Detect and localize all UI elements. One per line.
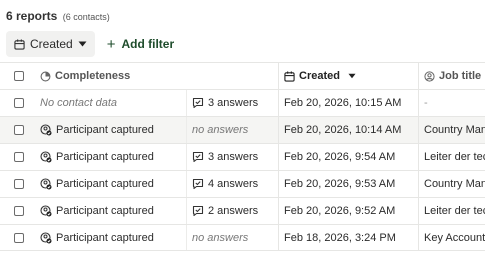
table-row[interactable]: No contact data 3 answers Feb 20, 2026, … (0, 89, 485, 116)
created-value: Feb 20, 2026, 10:14 AM (284, 124, 402, 136)
participant-check-icon (40, 151, 52, 163)
add-filter-button[interactable]: + Add filter (101, 31, 180, 57)
table-row[interactable]: Participant captured no answers Feb 20, … (0, 116, 485, 143)
answers-value: 3 answers (208, 97, 259, 109)
job-title-column-header[interactable]: Job title (424, 63, 485, 89)
job-title-value: Leiter der tec (424, 205, 485, 217)
report-count: 6 reports (6, 9, 58, 23)
completeness-column-header[interactable]: Completeness (40, 63, 188, 89)
row-checkbox[interactable] (14, 232, 24, 243)
created-sort-label: Created (30, 37, 73, 51)
table-row[interactable]: Participant captured 4 answers Feb 20, 2… (0, 170, 485, 197)
completeness-header-label: Completeness (55, 70, 131, 82)
job-title-value: Key Account (424, 231, 485, 244)
chat-check-icon (192, 97, 204, 109)
completeness-value: Participant captured (56, 124, 154, 136)
select-all-checkbox[interactable] (14, 71, 24, 81)
chat-check-icon (192, 205, 204, 217)
calendar-icon (14, 38, 25, 50)
completeness-value: Participant captured (56, 151, 154, 163)
user-icon (424, 70, 435, 82)
table-header-row: Completeness Created Job title (0, 62, 485, 89)
created-column-header[interactable]: Created (284, 63, 418, 89)
created-value: Feb 18, 2026, 3:24 PM (284, 231, 396, 244)
report-count-header: 6 reports (6 contacts) (6, 9, 110, 25)
job-title-value: Country Mana (424, 178, 485, 190)
calendar-icon (284, 70, 295, 82)
created-header-label: Created (299, 70, 340, 82)
add-filter-label: Add filter (121, 37, 175, 51)
table-row[interactable]: Participant captured 3 answers Feb 20, 2… (0, 143, 485, 170)
table-row[interactable]: Participant captured no answers Feb 18, … (0, 224, 485, 251)
job-title-value: - (424, 97, 428, 109)
participant-check-icon (40, 231, 52, 243)
reports-table: Completeness Created Job title No contac… (0, 62, 485, 251)
answers-value: 4 answers (208, 178, 259, 190)
created-value: Feb 20, 2026, 9:52 AM (284, 205, 396, 217)
filter-toolbar: Created + Add filter (6, 31, 180, 57)
table-row[interactable]: Participant captured 2 answers Feb 20, 2… (0, 197, 485, 224)
job-title-value: Country Mana (424, 124, 485, 136)
answers-value: 2 answers (208, 205, 259, 217)
caret-down-icon (78, 41, 87, 47)
job-title-value: Leiter der tec (424, 151, 485, 163)
row-checkbox[interactable] (14, 125, 24, 135)
answers-value: 3 answers (208, 151, 259, 163)
created-sort-button[interactable]: Created (6, 31, 95, 57)
answers-value: no answers (192, 124, 249, 136)
created-value: Feb 20, 2026, 9:54 AM (284, 151, 396, 163)
plus-icon: + (106, 35, 116, 53)
answers-value: no answers (192, 231, 249, 244)
completeness-value: No contact data (40, 97, 118, 109)
completeness-value: Participant captured (56, 231, 154, 244)
participant-check-icon (40, 124, 52, 136)
created-value: Feb 20, 2026, 10:15 AM (284, 97, 402, 109)
participant-check-icon (40, 205, 52, 217)
contact-count: (6 contacts) (62, 12, 110, 22)
row-checkbox[interactable] (14, 98, 24, 108)
row-checkbox[interactable] (14, 206, 24, 216)
row-checkbox[interactable] (14, 179, 24, 189)
sort-desc-icon (348, 73, 356, 79)
chat-check-icon (192, 151, 204, 163)
progress-icon (40, 71, 51, 81)
row-checkbox[interactable] (14, 152, 24, 162)
chat-check-icon (192, 178, 204, 190)
job-title-header-label: Job title (439, 70, 482, 82)
participant-check-icon (40, 178, 52, 190)
created-value: Feb 20, 2026, 9:53 AM (284, 178, 396, 190)
completeness-value: Participant captured (56, 205, 154, 217)
completeness-value: Participant captured (56, 178, 154, 190)
